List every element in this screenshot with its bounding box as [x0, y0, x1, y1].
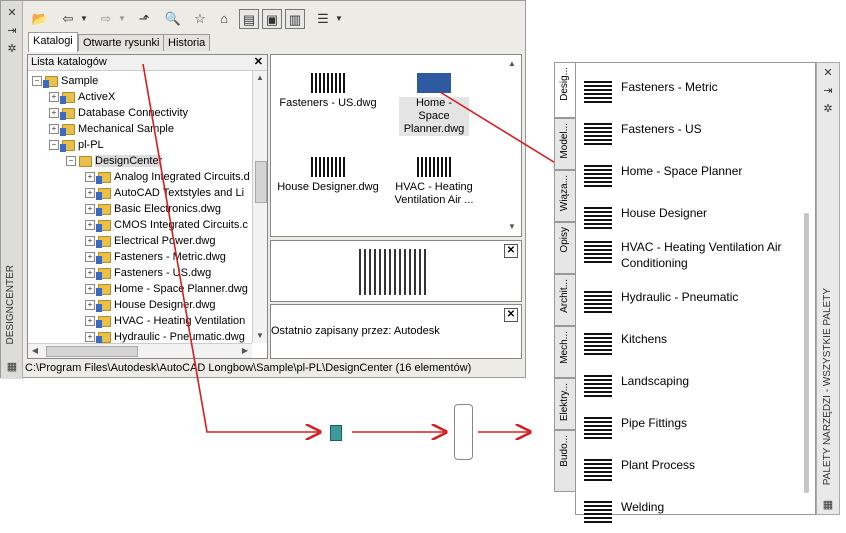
tool-palette: Desig... Model... Wiąza... Opisy Archit.… [554, 62, 840, 523]
palette-item-label: Home - Space Planner [621, 164, 743, 178]
palette-tab[interactable]: Opisy [554, 222, 576, 274]
block-icon [584, 373, 612, 397]
palette-item-label: Fasteners - US [621, 122, 702, 136]
palette-tab-label: Wiąza... [559, 175, 570, 212]
block-icon [584, 457, 612, 481]
block-icon [584, 499, 612, 523]
block-icon [584, 331, 612, 355]
block-icon [584, 79, 612, 103]
palette-tab[interactable]: Desig... [554, 62, 576, 118]
drag-file-icon [330, 425, 342, 441]
palette-tab[interactable]: Model... [554, 118, 576, 170]
drop-target [454, 404, 473, 460]
palette-content: Fasteners - Metric Fasteners - US Home -… [575, 62, 816, 523]
palette-item-label: Fasteners - Metric [621, 80, 718, 94]
drag-arrow [142, 63, 320, 432]
palette-title: PALETY NARZĘDZI - WSZYSTKIE PALETY [822, 288, 833, 486]
palette-tab-label: Model... [559, 123, 570, 159]
properties-icon[interactable]: ✲ [822, 103, 834, 115]
palette-tab[interactable]: Wiąza... [554, 170, 576, 222]
palette-item-label: Landscaping [621, 374, 690, 388]
palette-tab-label: Mech... [559, 331, 570, 364]
block-icon [584, 121, 612, 145]
palette-tab[interactable]: Budo... [554, 430, 576, 492]
block-icon [584, 205, 612, 229]
palette-tab[interactable]: Archit... [554, 274, 576, 326]
palette-item-label: House Designer [621, 206, 708, 220]
drag-arrow [439, 91, 570, 172]
palette-menu-icon[interactable]: ▦ [822, 499, 834, 511]
palette-item-label: Welding [621, 500, 665, 514]
block-icon [584, 239, 612, 263]
palette-item-label: Pipe Fittings [621, 416, 688, 430]
close-icon[interactable]: ✕ [822, 67, 834, 79]
palette-item-label: HVAC - Heating Ventilation Air Condition… [621, 240, 782, 270]
palette-item-label: Plant Process [621, 458, 696, 472]
palette-item-label: Hydraulic - Pneumatic [621, 290, 739, 304]
palette-tab-label: Desig... [559, 67, 570, 101]
palette-tab[interactable]: Mech... [554, 326, 576, 378]
block-icon [584, 415, 612, 439]
autohide-icon[interactable]: ⇥ [822, 85, 834, 97]
block-icon [584, 289, 612, 313]
palette-tab-label: Budo... [559, 435, 570, 467]
palette-tab-label: Elektry... [559, 383, 570, 422]
palette-sidebar: ✕ ⇥ ✲ PALETY NARZĘDZI - WSZYSTKIE PALETY… [816, 62, 840, 515]
palette-tab[interactable]: Elektry... [554, 378, 576, 430]
palette-tab-label: Opisy [559, 227, 570, 253]
palette-scrollbar[interactable] [804, 213, 809, 493]
palette-tab-label: Archit... [559, 279, 570, 313]
palette-item-label: Kitchens [621, 332, 668, 346]
block-icon [584, 163, 612, 187]
